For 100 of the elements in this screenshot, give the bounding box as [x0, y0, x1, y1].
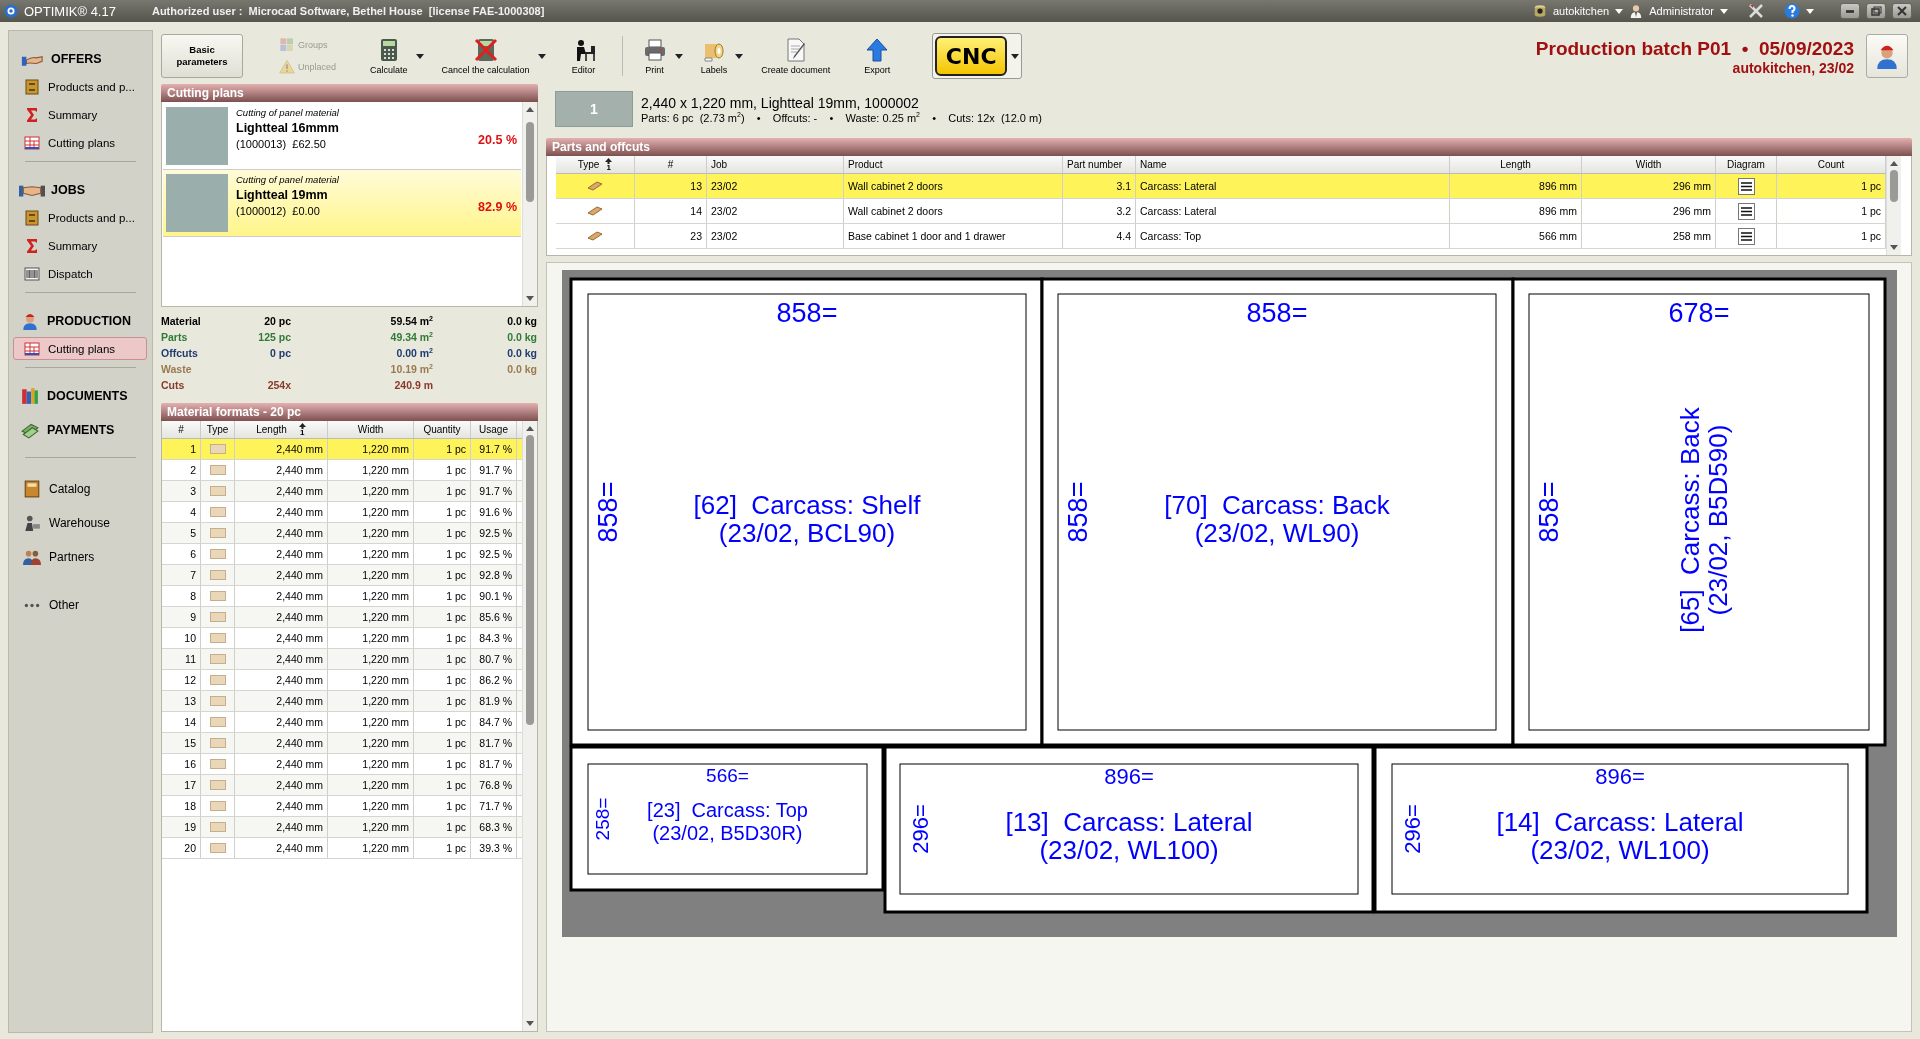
- column-header[interactable]: Usage: [471, 421, 517, 438]
- help-icon[interactable]: [1784, 3, 1800, 19]
- panel-header: Material formats - 20 pc: [161, 403, 538, 421]
- table-row[interactable]: 16 2,440 mm 1,220 mm 1 pc 81.7 %: [162, 754, 522, 775]
- scrollbar[interactable]: [522, 421, 537, 1031]
- section-header[interactable]: PAYMENTS: [13, 416, 148, 444]
- caret-icon[interactable]: [674, 53, 683, 59]
- table-row[interactable]: 12 2,440 mm 1,220 mm 1 pc 86.2 %: [162, 670, 522, 691]
- scrollbar[interactable]: [1886, 156, 1901, 255]
- sidebar-item[interactable]: Products and p...: [13, 75, 147, 98]
- toolbar-button[interactable]: Print: [638, 37, 683, 75]
- table-row[interactable]: 20 2,440 mm 1,220 mm 1 pc 39.3 %: [162, 838, 522, 859]
- restore-button[interactable]: [1866, 3, 1886, 19]
- list-button[interactable]: [1737, 177, 1755, 195]
- card-caption: Cutting of panel material: [236, 107, 339, 118]
- table-row[interactable]: 3 2,440 mm 1,220 mm 1 pc 91.7 %: [162, 481, 522, 502]
- cutting-plan-card[interactable]: Cutting of panel material Lightteal 16mmm (1000013) £62.50 20.5 %: [163, 103, 521, 170]
- table-row[interactable]: 7 2,440 mm 1,220 mm 1 pc 92.8 %: [162, 565, 522, 586]
- list-button[interactable]: [1737, 202, 1755, 220]
- column-header[interactable]: Diagram: [1716, 156, 1777, 173]
- table-row[interactable]: 11 2,440 mm 1,220 mm 1 pc 80.7 %: [162, 649, 522, 670]
- caret-icon[interactable]: [735, 53, 744, 59]
- sidebar-link[interactable]: Warehouse: [13, 506, 148, 540]
- toolbar-button[interactable]: Cancel the calculation: [437, 37, 546, 75]
- sidebar-item[interactable]: Summary: [13, 103, 147, 126]
- table-row[interactable]: 14 2,440 mm 1,220 mm 1 pc 84.7 %: [162, 712, 522, 733]
- table-row[interactable]: 2 2,440 mm 1,220 mm 1 pc 91.7 %: [162, 460, 522, 481]
- table-row[interactable]: 1 2,440 mm 1,220 mm 1 pc 91.7 %: [162, 439, 522, 460]
- table-row[interactable]: 4 2,440 mm 1,220 mm 1 pc 91.6 %: [162, 502, 522, 523]
- table-cell: 18: [162, 796, 201, 816]
- caret-icon[interactable]: [537, 53, 546, 59]
- column-header[interactable]: Part number: [1063, 156, 1136, 173]
- table-cell: 1,220 mm: [328, 460, 414, 480]
- toolbar-button[interactable]: Labels: [696, 37, 744, 75]
- sigma-icon: [24, 237, 40, 254]
- sidebar-link[interactable]: Partners: [13, 540, 148, 574]
- list-button[interactable]: [1737, 227, 1755, 245]
- toolbar-button[interactable]: Editor: [567, 37, 612, 75]
- column-header[interactable]: Width: [328, 421, 414, 438]
- section-header[interactable]: PRODUCTION: [13, 307, 148, 335]
- section-header[interactable]: DOCUMENTS: [13, 382, 148, 410]
- table-row[interactable]: 14 23/02 Wall cabinet 2 doors 3.2 Carcass: Lateral 896 mm 296 mm 1 pc: [556, 199, 1886, 224]
- table-cell: 85.6 %: [471, 607, 517, 627]
- table-row[interactable]: 10 2,440 mm 1,220 mm 1 pc 84.3 %: [162, 628, 522, 649]
- column-header[interactable]: Length: [1450, 156, 1582, 173]
- board-icon: [209, 654, 226, 664]
- toolbar-button[interactable]: Calculate: [366, 37, 424, 75]
- column-header[interactable]: Job: [707, 156, 844, 173]
- scrollbar[interactable]: [522, 102, 537, 306]
- column-header[interactable]: Type 1: [556, 156, 635, 173]
- table-row[interactable]: 19 2,440 mm 1,220 mm 1 pc 68.3 %: [162, 817, 522, 838]
- table-row[interactable]: 5 2,440 mm 1,220 mm 1 pc 92.5 %: [162, 523, 522, 544]
- column-header[interactable]: Length 1: [235, 421, 328, 438]
- board-icon: [209, 759, 226, 769]
- table-cell: 1 pc: [414, 460, 471, 480]
- sidebar-item[interactable]: Products and p...: [13, 206, 147, 229]
- worker-icon: [1874, 43, 1900, 69]
- caret-icon[interactable]: [1011, 53, 1020, 59]
- minimize-button[interactable]: [1840, 3, 1860, 19]
- caret-icon[interactable]: [415, 53, 424, 59]
- cutting-plan-card[interactable]: Cutting of panel material Lightteal 19mm (1000012) £0.00 82.9 %: [163, 170, 521, 237]
- sidebar-link[interactable]: Other: [13, 588, 148, 622]
- section-header[interactable]: OFFERS: [13, 45, 148, 73]
- sidebar-link[interactable]: Catalog: [13, 472, 148, 506]
- sidebar-item[interactable]: Cutting plans: [13, 131, 147, 154]
- dimension-label: 858=: [1534, 481, 1565, 543]
- worker-button[interactable]: [1866, 34, 1908, 78]
- column-header[interactable]: Width: [1582, 156, 1716, 173]
- table-row[interactable]: 6 2,440 mm 1,220 mm 1 pc 92.5 %: [162, 544, 522, 565]
- column-header[interactable]: Product: [844, 156, 1063, 173]
- table-row[interactable]: 15 2,440 mm 1,220 mm 1 pc 81.7 %: [162, 733, 522, 754]
- table-cell: 1 pc: [414, 586, 471, 606]
- table-row[interactable]: 9 2,440 mm 1,220 mm 1 pc 85.6 %: [162, 607, 522, 628]
- total-weight: 0.0 kg: [506, 346, 537, 361]
- close-button[interactable]: [1892, 3, 1912, 19]
- table-row[interactable]: 13 23/02 Wall cabinet 2 doors 3.1 Carcass: Lateral 896 mm 296 mm 1 pc: [556, 174, 1886, 199]
- table-cell: 1,220 mm: [328, 628, 414, 648]
- database-selector[interactable]: autokitchen: [1552, 5, 1610, 17]
- column-header[interactable]: #: [162, 421, 201, 438]
- table-row[interactable]: 17 2,440 mm 1,220 mm 1 pc 76.8 %: [162, 775, 522, 796]
- table-cell: 19: [162, 817, 201, 837]
- tools-icon[interactable]: [1748, 3, 1764, 19]
- table-row[interactable]: 23 23/02 Base cabinet 1 door and 1 drawer 4.4 Carcass: Top 566 mm 258 mm 1 pc: [556, 224, 1886, 249]
- section-header[interactable]: JOBS: [13, 176, 148, 204]
- table-row[interactable]: 13 2,440 mm 1,220 mm 1 pc 81.9 %: [162, 691, 522, 712]
- column-header[interactable]: Name: [1136, 156, 1450, 173]
- table-row[interactable]: 18 2,440 mm 1,220 mm 1 pc 71.7 %: [162, 796, 522, 817]
- column-header[interactable]: Type: [201, 421, 235, 438]
- sidebar-item[interactable]: Dispatch: [13, 262, 147, 285]
- toolbar-button[interactable]: Create document: [757, 37, 847, 75]
- user-selector[interactable]: Administrator: [1649, 5, 1714, 17]
- column-header[interactable]: #: [635, 156, 707, 173]
- toolbar-button[interactable]: Export: [860, 37, 907, 75]
- column-header[interactable]: Quantity: [414, 421, 471, 438]
- sidebar-item[interactable]: Summary: [13, 234, 147, 257]
- sidebar-item[interactable]: Cutting plans: [13, 337, 147, 360]
- table-cell: 1,220 mm: [328, 523, 414, 543]
- table-cell: 2,440 mm: [235, 502, 328, 522]
- cnc-button[interactable]: CNC: [932, 33, 1023, 79]
- table-row[interactable]: 8 2,440 mm 1,220 mm 1 pc 90.1 %: [162, 586, 522, 607]
